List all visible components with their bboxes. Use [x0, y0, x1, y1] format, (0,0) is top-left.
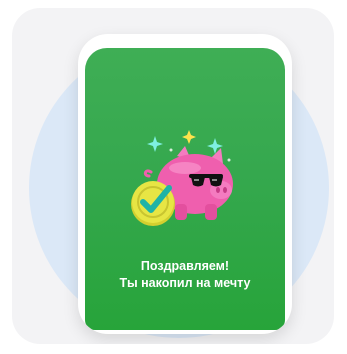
promo-card: Поздравляем! Ты накопил на мечту	[12, 8, 334, 344]
phone-mockup: Поздравляем! Ты накопил на мечту	[78, 34, 292, 334]
savings-goal-illustration	[131, 130, 233, 226]
coin-check-icon	[131, 181, 175, 226]
phone-screen: Поздравляем! Ты накопил на мечту	[85, 48, 285, 330]
headline-line-2: Ты накопил на мечту	[119, 276, 251, 290]
sparkle-icon	[182, 130, 196, 144]
congratulations-message: Поздравляем! Ты накопил на мечту	[85, 258, 285, 292]
sparkle-icon	[147, 136, 163, 152]
headline-line-1: Поздравляем!	[140, 259, 230, 273]
